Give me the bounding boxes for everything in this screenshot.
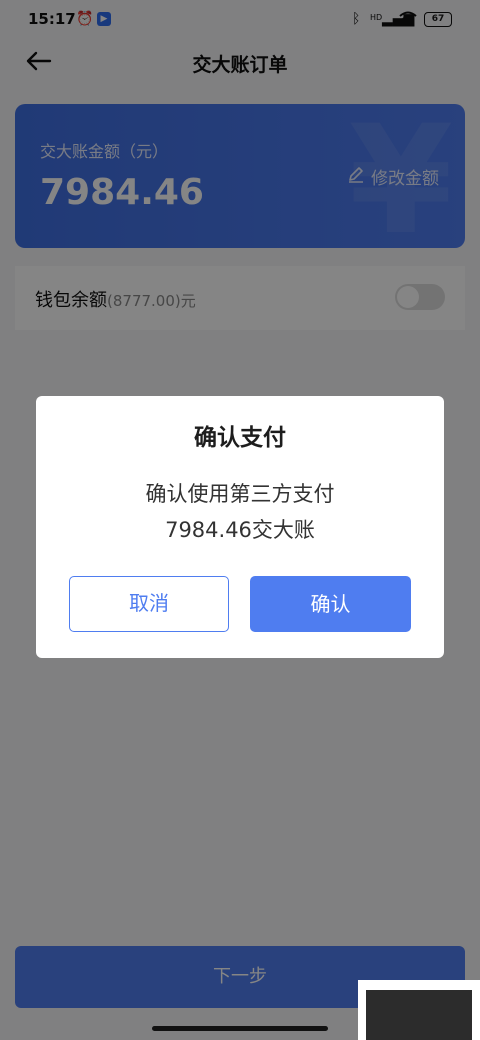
dialog-message-line2: 7984.46交大账 bbox=[165, 518, 315, 542]
confirm-button[interactable]: 确认 bbox=[250, 576, 411, 632]
confirm-payment-dialog: 确认支付 确认使用第三方支付 7984.46交大账 取消 确认 bbox=[36, 396, 444, 658]
cancel-button[interactable]: 取消 bbox=[69, 576, 229, 632]
corner-thumbnail bbox=[358, 980, 480, 1040]
corner-thumbnail-image bbox=[366, 990, 472, 1040]
dialog-title: 确认支付 bbox=[194, 425, 286, 451]
dialog-message-line1: 确认使用第三方支付 bbox=[145, 482, 335, 506]
